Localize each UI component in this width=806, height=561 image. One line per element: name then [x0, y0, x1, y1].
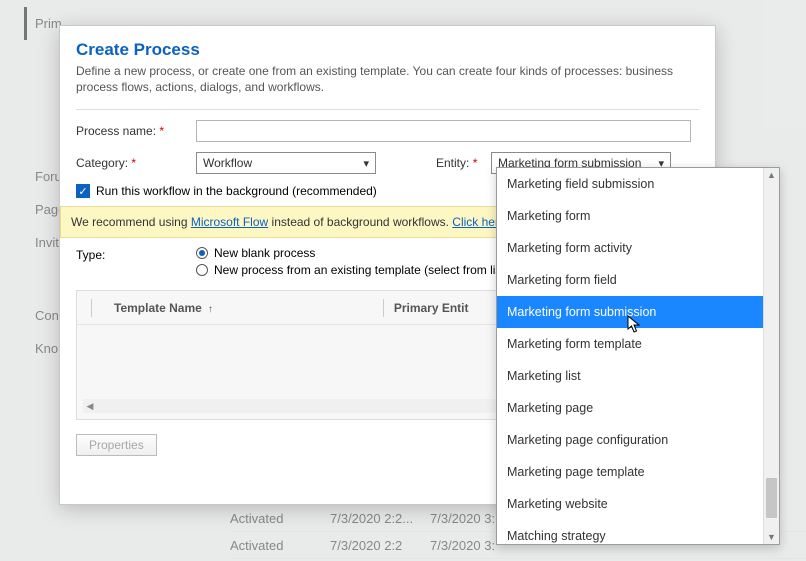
entity-option[interactable]: Marketing form activity — [497, 232, 763, 264]
entity-option[interactable]: Matching strategy — [497, 520, 763, 544]
dropdown-scrollbar[interactable]: ▲ ▼ — [763, 168, 779, 544]
scroll-down-icon[interactable]: ▼ — [764, 532, 779, 542]
entity-option[interactable]: Marketing website — [497, 488, 763, 520]
properties-button[interactable]: Properties — [76, 434, 157, 456]
scroll-up-icon[interactable]: ▲ — [764, 170, 779, 180]
background-checkbox-label: Run this workflow in the background (rec… — [96, 184, 377, 198]
entity-option[interactable]: Marketing form — [497, 200, 763, 232]
type-radio-blank[interactable] — [196, 247, 208, 259]
microsoft-flow-link[interactable]: Microsoft Flow — [191, 215, 268, 229]
type-label: Type: — [76, 246, 196, 280]
entity-option[interactable]: Marketing page configuration — [497, 424, 763, 456]
entity-label: Entity: * — [436, 156, 491, 170]
type-radio-template[interactable] — [196, 264, 208, 276]
sort-asc-icon: ↑ — [208, 304, 213, 315]
dialog-subtitle: Define a new process, or create one from… — [76, 63, 699, 95]
type-radio-blank-label: New blank process — [214, 246, 315, 260]
category-select[interactable]: Workflow ▾ — [196, 152, 376, 174]
entity-option[interactable]: Marketing list — [497, 360, 763, 392]
entity-option[interactable]: Marketing form template — [497, 328, 763, 360]
chevron-down-icon: ▾ — [363, 157, 369, 170]
grid-col-template-name[interactable]: Template Name↑ — [102, 301, 213, 315]
entity-option[interactable]: Marketing form submission — [497, 296, 763, 328]
entity-dropdown[interactable]: Marketing field submissionMarketing form… — [496, 167, 780, 545]
entity-option[interactable]: Marketing field submission — [497, 168, 763, 200]
background-checkbox[interactable]: ✓ — [76, 184, 90, 198]
dialog-title: Create Process — [76, 40, 699, 60]
entity-option[interactable]: Marketing page — [497, 392, 763, 424]
type-radio-template-label: New process from an existing template (s… — [214, 263, 512, 277]
scroll-thumb[interactable] — [766, 478, 777, 518]
scroll-left-icon[interactable]: ◀ — [83, 401, 97, 412]
entity-option[interactable]: Marketing page template — [497, 456, 763, 488]
process-name-input[interactable] — [196, 120, 691, 142]
category-label: Category: * — [76, 156, 196, 170]
grid-col-primary-entity[interactable]: Primary Entit — [394, 301, 469, 315]
process-name-label: Process name: * — [76, 124, 196, 138]
entity-option[interactable]: Marketing form field — [497, 264, 763, 296]
